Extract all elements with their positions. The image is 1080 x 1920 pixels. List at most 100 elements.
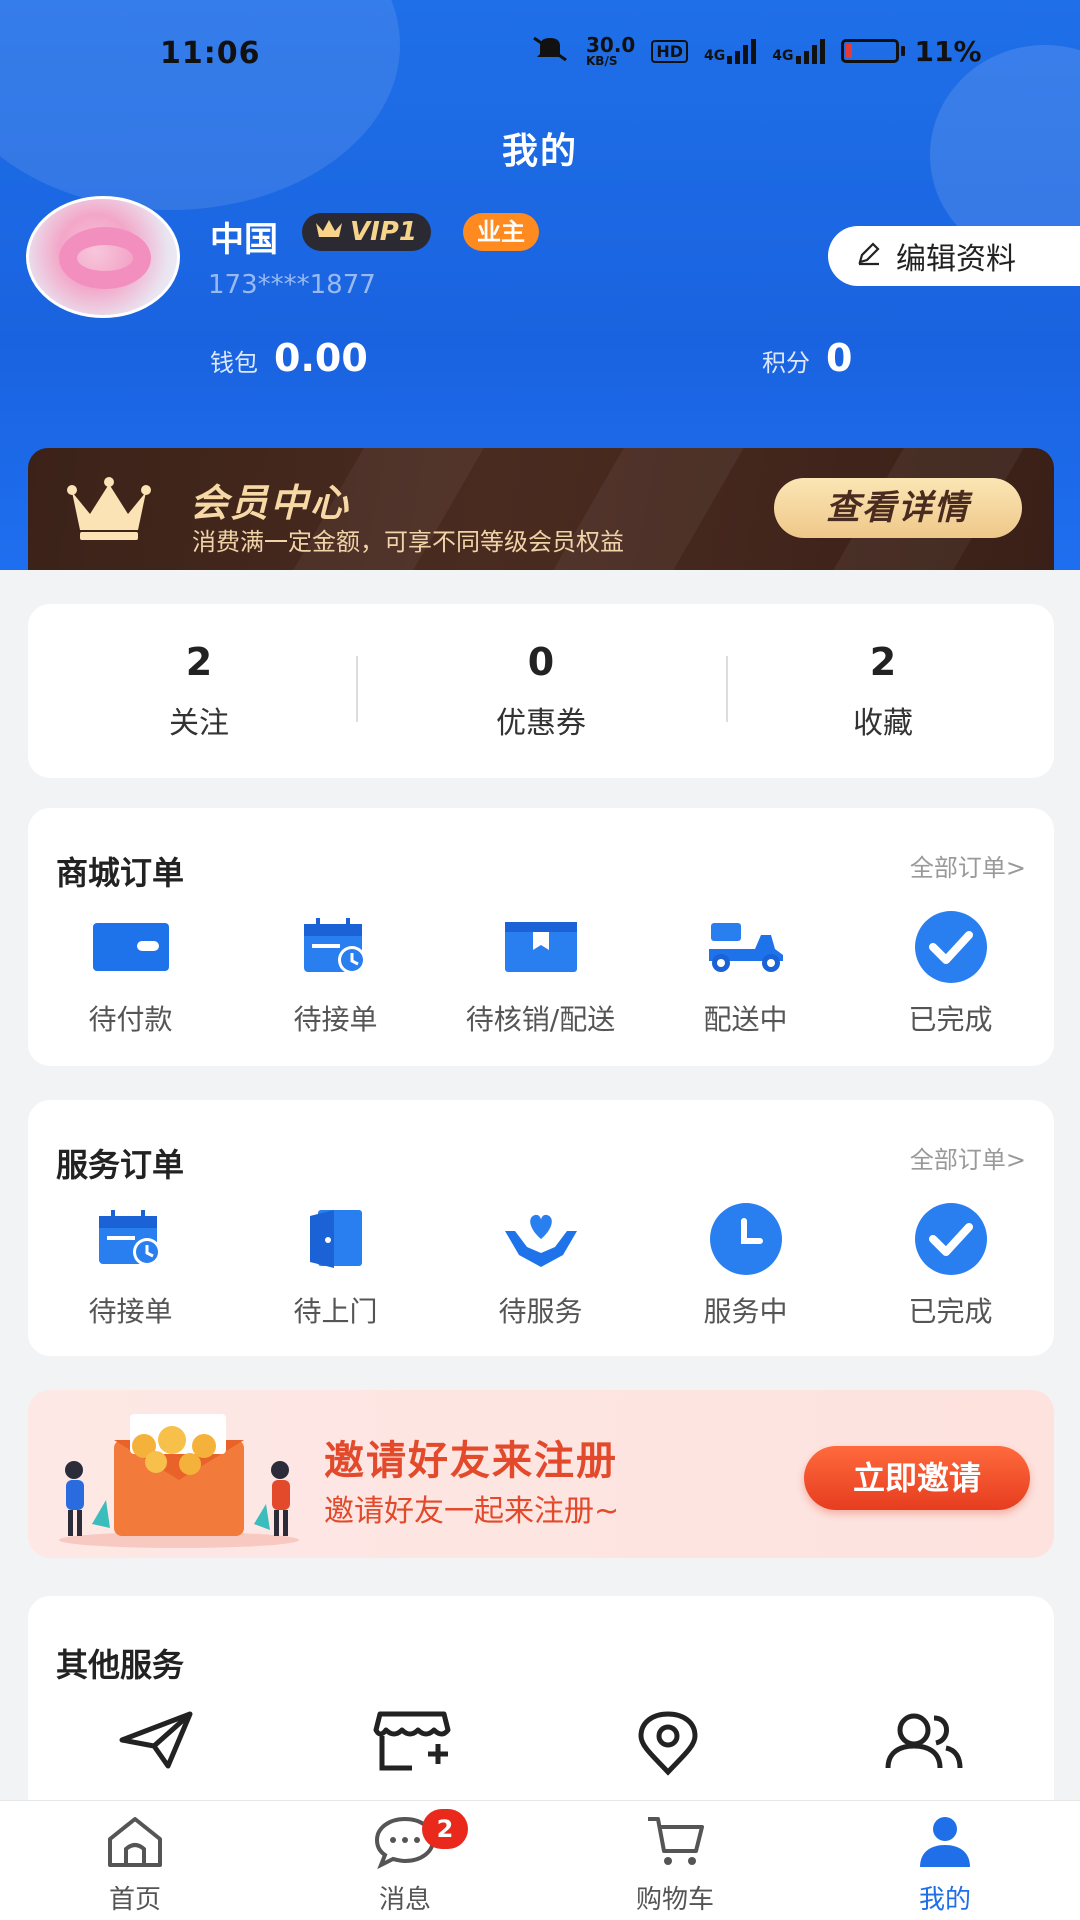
role-badge: 业主 — [463, 213, 539, 251]
user-icon — [914, 1817, 976, 1873]
all-orders-link[interactable]: 全部订单> — [910, 1140, 1026, 1175]
stat-label: 优惠券 — [496, 706, 586, 741]
edit-profile-button[interactable]: 编辑资料 — [828, 226, 1080, 286]
service-location[interactable] — [540, 1710, 796, 1780]
send-icon — [118, 1710, 194, 1780]
heart-hands-icon — [438, 1200, 643, 1278]
vip-badge: VIP1 — [302, 213, 431, 251]
service-pending-visit[interactable]: 待上门 — [233, 1200, 438, 1330]
order-status-label: 待付款 — [88, 1003, 173, 1036]
service-in-progress[interactable]: 服务中 — [643, 1200, 848, 1330]
check-circle-icon — [848, 1200, 1053, 1278]
service-send[interactable] — [28, 1710, 284, 1780]
unread-badge: 2 — [422, 1809, 468, 1849]
sim1-label: 4G — [704, 48, 726, 64]
box-icon — [438, 908, 643, 986]
order-status-label: 配送中 — [703, 1003, 788, 1036]
crown-icon — [66, 476, 152, 546]
battery-percent: 11% — [914, 34, 982, 68]
net-speed-unit: KB/S — [586, 54, 618, 68]
stat-value: 0 — [527, 640, 555, 684]
sim2-label: 4G — [772, 48, 794, 64]
wallet-value: 0.00 — [274, 336, 368, 380]
tab-messages[interactable]: 2 消息 — [270, 1801, 540, 1920]
invite-title: 邀请好友来注册 — [324, 1438, 618, 1484]
stat-follow[interactable]: 2 关注 — [28, 640, 370, 742]
order-pending-accept[interactable]: 待接单 — [233, 908, 438, 1038]
wallet[interactable]: 钱包 0.00 — [210, 336, 368, 380]
all-orders-link[interactable]: 全部订单> — [910, 848, 1026, 883]
profile-header: 11:06 30.0 KB/S HD 4G 4G 11% 我的 中国 VIP1 … — [0, 0, 1080, 570]
cart-icon — [644, 1817, 706, 1873]
points[interactable]: 积分 0 — [762, 336, 852, 380]
net-speed-value: 30.0 — [586, 33, 636, 57]
service-pending-service[interactable]: 待服务 — [438, 1200, 643, 1330]
service-status-label: 待接单 — [88, 1295, 173, 1328]
order-status-label: 已完成 — [908, 1003, 993, 1036]
check-circle-icon — [848, 908, 1053, 986]
crown-icon — [314, 217, 344, 248]
status-icons: 30.0 KB/S HD 4G 4G 11% — [530, 34, 982, 68]
status-bar: 11:06 30.0 KB/S HD 4G 4G 11% — [0, 30, 1080, 80]
order-status-label: 待接单 — [293, 1003, 378, 1036]
member-center-card[interactable]: 会员中心 消费满一定金额，可享不同等级会员权益 查看详情 — [28, 448, 1054, 570]
section-title: 其他服务 — [56, 1646, 185, 1684]
service-pending-accept[interactable]: 待接单 — [28, 1200, 233, 1330]
other-services-card: 其他服务 — [28, 1596, 1054, 1816]
scooter-icon — [643, 908, 848, 986]
location-icon — [635, 1710, 701, 1780]
service-completed[interactable]: 已完成 — [848, 1200, 1053, 1330]
vip-label: VIP1 — [350, 217, 417, 247]
invite-banner[interactable]: 邀请好友来注册 邀请好友一起来注册~ 立即邀请 — [28, 1390, 1054, 1558]
signal-icon: 4G — [772, 38, 825, 64]
order-status-label: 待核销/配送 — [465, 1003, 616, 1036]
order-completed[interactable]: 已完成 — [848, 908, 1053, 1038]
service-status-label: 已完成 — [908, 1295, 993, 1328]
points-label: 积分 — [762, 349, 810, 377]
service-status-label: 服务中 — [703, 1295, 788, 1328]
edit-profile-label: 编辑资料 — [896, 242, 1016, 277]
store-add-icon — [372, 1710, 452, 1780]
invite-illustration — [44, 1400, 314, 1554]
service-orders-card: 服务订单 全部订单> 待接单 待上门 待服务 服务中 已完成 — [28, 1100, 1054, 1356]
calendar-clock-icon — [233, 908, 438, 986]
member-center-title: 会员中心 — [190, 481, 351, 525]
service-status-label: 待服务 — [498, 1295, 583, 1328]
invite-now-button[interactable]: 立即邀请 — [804, 1446, 1030, 1510]
tab-home[interactable]: 首页 — [0, 1801, 270, 1920]
calendar-clock-icon — [28, 1200, 233, 1278]
hd-icon: HD — [651, 39, 689, 63]
service-status-label: 待上门 — [293, 1295, 378, 1328]
stat-favorites[interactable]: 2 收藏 — [712, 640, 1054, 742]
stat-coupons[interactable]: 0 优惠券 — [370, 640, 712, 742]
service-store[interactable] — [284, 1710, 540, 1780]
stats-card: 2 关注 0 优惠券 2 收藏 — [28, 604, 1054, 778]
member-center-subtitle: 消费满一定金额，可享不同等级会员权益 — [192, 528, 624, 556]
divider — [726, 656, 728, 722]
tab-label: 消息 — [378, 1885, 431, 1915]
invite-subtitle: 邀请好友一起来注册~ — [324, 1494, 620, 1529]
pencil-icon — [856, 239, 882, 274]
stat-value: 2 — [869, 640, 897, 684]
service-users[interactable] — [796, 1710, 1052, 1780]
order-pending-delivery[interactable]: 待核销/配送 — [438, 908, 643, 1038]
page-title: 我的 — [501, 131, 578, 172]
order-pending-payment[interactable]: 待付款 — [28, 908, 233, 1038]
status-time: 11:06 — [160, 36, 261, 71]
view-details-button[interactable]: 查看详情 — [774, 478, 1022, 538]
tab-profile[interactable]: 我的 — [810, 1801, 1080, 1920]
order-delivering[interactable]: 配送中 — [643, 908, 848, 1038]
tab-label: 首页 — [108, 1885, 161, 1915]
mall-orders-card: 商城订单 全部订单> 待付款 待接单 待核销/配送 配送中 已完成 — [28, 808, 1054, 1066]
wallet-label: 钱包 — [210, 349, 258, 377]
wallet-icon — [28, 908, 233, 986]
divider — [356, 656, 358, 722]
stat-value: 2 — [185, 640, 213, 684]
points-value: 0 — [826, 336, 853, 380]
section-title: 服务订单 — [56, 1146, 185, 1184]
users-icon — [884, 1710, 964, 1780]
chat-icon — [373, 1816, 437, 1873]
avatar[interactable] — [26, 196, 180, 318]
mute-bell-icon — [530, 34, 570, 68]
tab-cart[interactable]: 购物车 — [540, 1801, 810, 1920]
